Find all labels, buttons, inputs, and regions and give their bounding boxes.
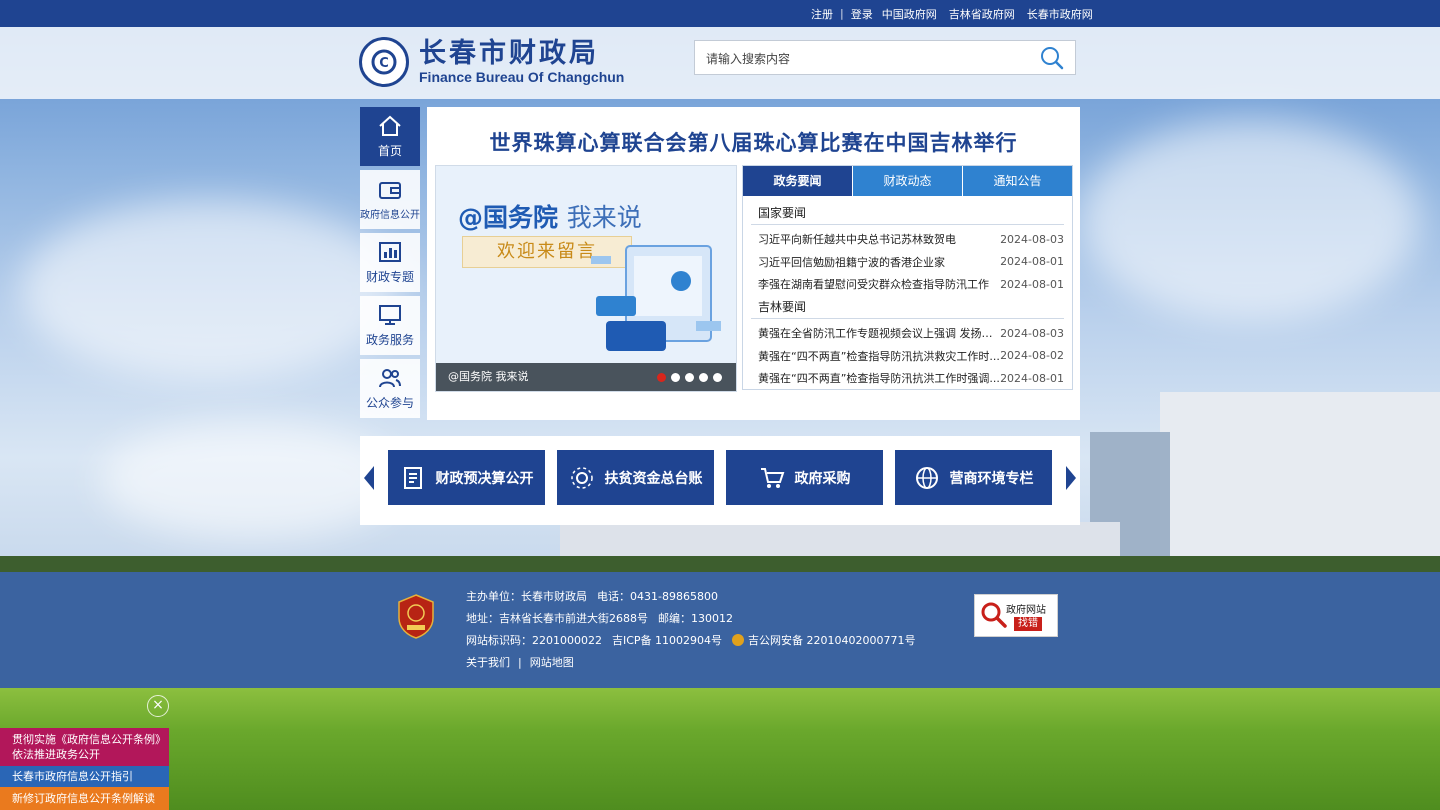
section-title: 国家要闻 [751, 204, 1064, 225]
footer-phone: 电话：0431-89865800 [597, 590, 718, 603]
nav-item-finance-topics[interactable]: 财政专题 [360, 233, 420, 292]
news-item[interactable]: 黄强在全省防汛工作专题视频会议上强调 发扬连... 2024-08-03 [751, 322, 1064, 345]
login-link[interactable]: 登录 [851, 6, 873, 22]
wallet-icon [379, 182, 401, 199]
search-box [694, 40, 1076, 76]
search-input[interactable] [695, 41, 1038, 76]
gov-site-error-report[interactable]: 政府网站 找错 [974, 594, 1058, 637]
magnifier-icon [981, 602, 1007, 628]
news-item[interactable]: 李强在湖南看望慰问受灾群众检查指导防汛工作 2024-08-01 [751, 273, 1064, 296]
quick-link-poverty-fund[interactable]: 扶贫资金总台账 [557, 450, 714, 505]
float-link-regulation[interactable]: 贯彻实施《政府信息公开条例》 依法推进政务公开 [0, 728, 169, 766]
background-cloud [1080, 120, 1420, 320]
link-changchun-gov[interactable]: 长春市政府网 [1027, 6, 1093, 22]
chart-icon [379, 242, 401, 262]
next-arrow-icon[interactable] [1066, 466, 1076, 490]
carousel-dot[interactable] [671, 373, 680, 382]
section-title: 吉林要闻 [751, 298, 1064, 319]
footer-site-id: 网站标识码：2201000022 [466, 634, 602, 647]
news-box: 政务要闻 财政动态 通知公告 国家要闻 习近平向新任越共中央总书记苏林致贺电 20… [742, 165, 1073, 390]
error-report-title: 政府网站 [1006, 605, 1046, 616]
footer-sponsor: 主办单位：长春市财政局 [466, 590, 587, 603]
tab-finance-news[interactable]: 财政动态 [853, 166, 962, 196]
top-links: 注册 | 登录 中国政府网 吉林省政府网 长春市政府网 [811, 0, 1093, 27]
footer-postcode: 邮编：130012 [658, 612, 733, 625]
nav-item-public-participation[interactable]: 公众参与 [360, 359, 420, 418]
footer-icp[interactable]: 吉ICP备 11002904号 [612, 634, 722, 647]
main-panel: 世界珠算心算联合会第八届珠心算比赛在中国吉林举行 @国务院 我来说 欢迎来留言 … [427, 107, 1080, 420]
background-cloud [100, 420, 400, 540]
prev-arrow-icon[interactable] [364, 466, 374, 490]
news-tabs: 政务要闻 财政动态 通知公告 [743, 166, 1072, 196]
svg-text:C: C [379, 56, 389, 71]
gear-network-icon [570, 466, 593, 489]
carousel-dots [652, 373, 722, 382]
cart-icon [760, 467, 784, 488]
link-china-gov[interactable]: 中国政府网 [882, 6, 937, 22]
news-section-national: 国家要闻 习近平向新任越共中央总书记苏林致贺电 2024-08-03 习近平回信勉… [751, 204, 1064, 296]
quick-link-budget[interactable]: 财政预决算公开 [388, 450, 545, 505]
party-gov-emblem-icon[interactable] [397, 594, 435, 639]
footer-about-link[interactable]: 关于我们 [466, 656, 510, 669]
footer-address: 地址：吉林省长春市前进大街2688号 [466, 612, 648, 625]
close-icon[interactable]: × [147, 695, 169, 717]
background-building [1160, 392, 1440, 570]
nav-label: 财政专题 [365, 270, 414, 284]
carousel-dot[interactable] [713, 373, 722, 382]
tab-notices[interactable]: 通知公告 [963, 166, 1072, 196]
left-nav: 首页 政府信息公开 财政专题 政务服务 公众参与 [360, 107, 420, 422]
logo-title-cn: 长春市财政局 [419, 38, 599, 69]
logo-title-en: Finance Bureau Of Changchun [419, 69, 625, 85]
footer: 主办单位：长春市财政局 电话：0431-89865800 地址：吉林省长春市前进大… [0, 572, 1440, 688]
nav-label: 首页 [377, 144, 402, 158]
carousel-dot[interactable] [699, 373, 708, 382]
headline-link[interactable]: 世界珠算心算联合会第八届珠心算比赛在中国吉林举行 [427, 127, 1080, 157]
home-icon [379, 115, 401, 136]
site-logo[interactable]: C 长春市财政局 Finance Bureau Of Changchun [359, 37, 624, 87]
image-carousel[interactable]: @国务院 我来说 欢迎来留言 @国务院 我来说 [435, 165, 737, 392]
search-icon[interactable] [1039, 46, 1065, 70]
top-bar: 注册 | 登录 中国政府网 吉林省政府网 长春市政府网 [0, 0, 1440, 27]
divider: | [518, 656, 522, 669]
link-jilin-gov[interactable]: 吉林省政府网 [949, 6, 1015, 22]
nav-label: 政府信息公开 [360, 210, 420, 221]
tab-gov-news[interactable]: 政务要闻 [743, 166, 852, 196]
news-item[interactable]: 习近平回信勉励祖籍宁波的香港企业家 2024-08-01 [751, 251, 1064, 274]
logo-emblem-icon: C [359, 37, 409, 87]
error-report-label: 找错 [1014, 617, 1042, 631]
nav-item-home[interactable]: 首页 [360, 107, 420, 166]
register-link[interactable]: 注册 [811, 6, 833, 22]
background-cloud [20, 200, 400, 380]
float-link-interpretation[interactable]: 新修订政府信息公开条例解读 [0, 787, 169, 810]
police-badge-icon [732, 634, 745, 646]
news-item[interactable]: 习近平向新任越共中央总书记苏林致贺电 2024-08-03 [751, 228, 1064, 251]
news-item[interactable]: 黄强在“四不两直”检查指导防汛抗洪救灾工作时... 2024-08-02 [751, 344, 1064, 367]
document-icon [403, 466, 422, 489]
background-grass [0, 688, 1440, 810]
nav-item-gov-services[interactable]: 政务服务 [360, 296, 420, 355]
quick-link-procurement[interactable]: 政府采购 [726, 450, 883, 505]
nav-item-gov-info[interactable]: 政府信息公开 [360, 170, 420, 229]
header: C 长春市财政局 Finance Bureau Of Changchun [0, 27, 1440, 99]
nav-label: 公众参与 [365, 396, 414, 410]
news-section-jilin: 吉林要闻 黄强在全省防汛工作专题视频会议上强调 发扬连... 2024-08-03… [751, 298, 1064, 390]
footer-info: 主办单位：长春市财政局 电话：0431-89865800 地址：吉林省长春市前进大… [466, 586, 916, 674]
users-icon [379, 369, 401, 388]
quick-links: 财政预决算公开 扶贫资金总台账 政府采购 营商环境专栏 [360, 436, 1080, 525]
divider: | [840, 7, 844, 20]
nav-label: 政务服务 [365, 333, 414, 347]
slide-illustration [591, 245, 721, 351]
carousel-dot[interactable] [657, 373, 666, 382]
quick-link-business-env[interactable]: 营商环境专栏 [895, 450, 1052, 505]
monitor-icon [379, 305, 401, 325]
globe-icon [915, 466, 938, 489]
footer-sitemap-link[interactable]: 网站地图 [530, 656, 574, 669]
news-item[interactable]: 黄强在“四不两直”检查指导防汛抗洪工作时强调... 2024-08-01 [751, 367, 1064, 390]
carousel-dot[interactable] [685, 373, 694, 382]
footer-police-record[interactable]: 吉公网安备 22010402000771号 [748, 634, 915, 647]
float-link-guide[interactable]: 长春市政府信息公开指引 [0, 766, 169, 787]
